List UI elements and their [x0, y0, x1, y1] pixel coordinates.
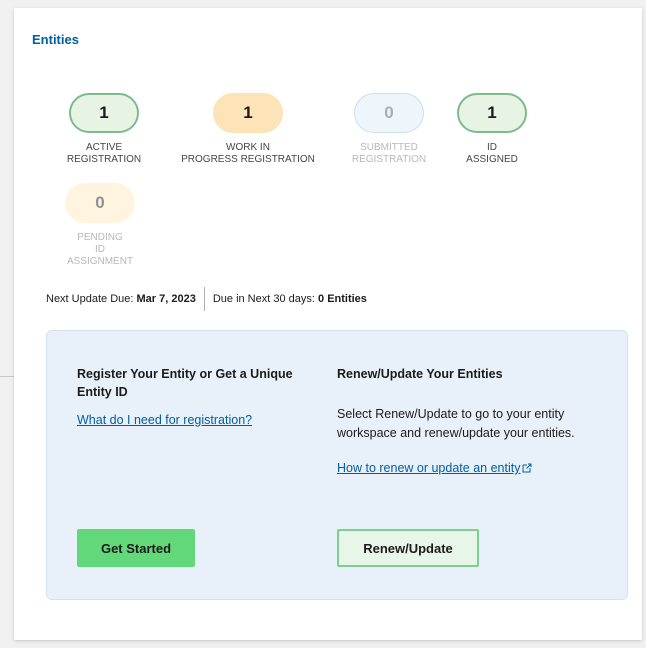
stat-count: 0: [354, 93, 424, 133]
registration-requirements-link[interactable]: What do I need for registration?: [77, 413, 252, 427]
stat-count: 1: [69, 93, 139, 133]
next-update-label: Next Update Due:: [46, 293, 134, 305]
stat-count: 1: [213, 93, 283, 133]
stat-submitted-registration: 0 SUBMITTED REGISTRATION: [329, 93, 449, 166]
register-column: Register Your Entity or Get a Unique Ent…: [77, 365, 317, 429]
stat-label: SUBMITTED REGISTRATION: [351, 142, 427, 165]
stat-label: ACTIVE REGISTRATION: [66, 142, 142, 165]
renew-update-button[interactable]: Renew/Update: [337, 529, 479, 567]
card-title: Entities: [32, 32, 79, 47]
divider: [203, 287, 205, 311]
external-link-icon: [522, 463, 532, 473]
due-30-days-count: 0 Entities: [318, 293, 367, 305]
renew-help-link[interactable]: How to renew or update an entity: [337, 461, 520, 475]
stat-label: ID ASSIGNED: [466, 142, 518, 165]
renew-description: Select Renew/Update to go to your entity…: [337, 407, 575, 440]
entities-card: Entities 1 ACTIVE REGISTRATION 1 WORK IN…: [14, 8, 642, 640]
stat-work-in-progress[interactable]: 1 WORK IN PROGRESS REGISTRATION: [180, 93, 316, 166]
stat-label: WORK IN PROGRESS REGISTRATION: [181, 142, 315, 165]
left-edge-divider: [0, 376, 14, 377]
get-started-button[interactable]: Get Started: [77, 529, 195, 567]
due-30-days-label: Due in Next 30 days:: [212, 293, 315, 305]
stat-count: 1: [457, 93, 527, 133]
renew-column: Renew/Update Your Entities Select Renew/…: [337, 365, 607, 477]
action-panel: Register Your Entity or Get a Unique Ent…: [46, 330, 628, 600]
stat-pending-id-assignment: 0 PENDING ID ASSIGNMENT: [40, 183, 160, 268]
update-summary: Next Update Due: Mar 7, 2023 Due in Next…: [46, 287, 367, 311]
next-update-date: Mar 7, 2023: [136, 293, 196, 305]
stat-label: PENDING ID ASSIGNMENT: [66, 232, 134, 267]
stat-count: 0: [65, 183, 135, 223]
stat-id-assigned[interactable]: 1 ID ASSIGNED: [432, 93, 552, 166]
stat-active-registration[interactable]: 1 ACTIVE REGISTRATION: [44, 93, 164, 166]
renew-title: Renew/Update Your Entities: [337, 367, 503, 381]
register-title: Register Your Entity or Get a Unique Ent…: [77, 367, 293, 399]
